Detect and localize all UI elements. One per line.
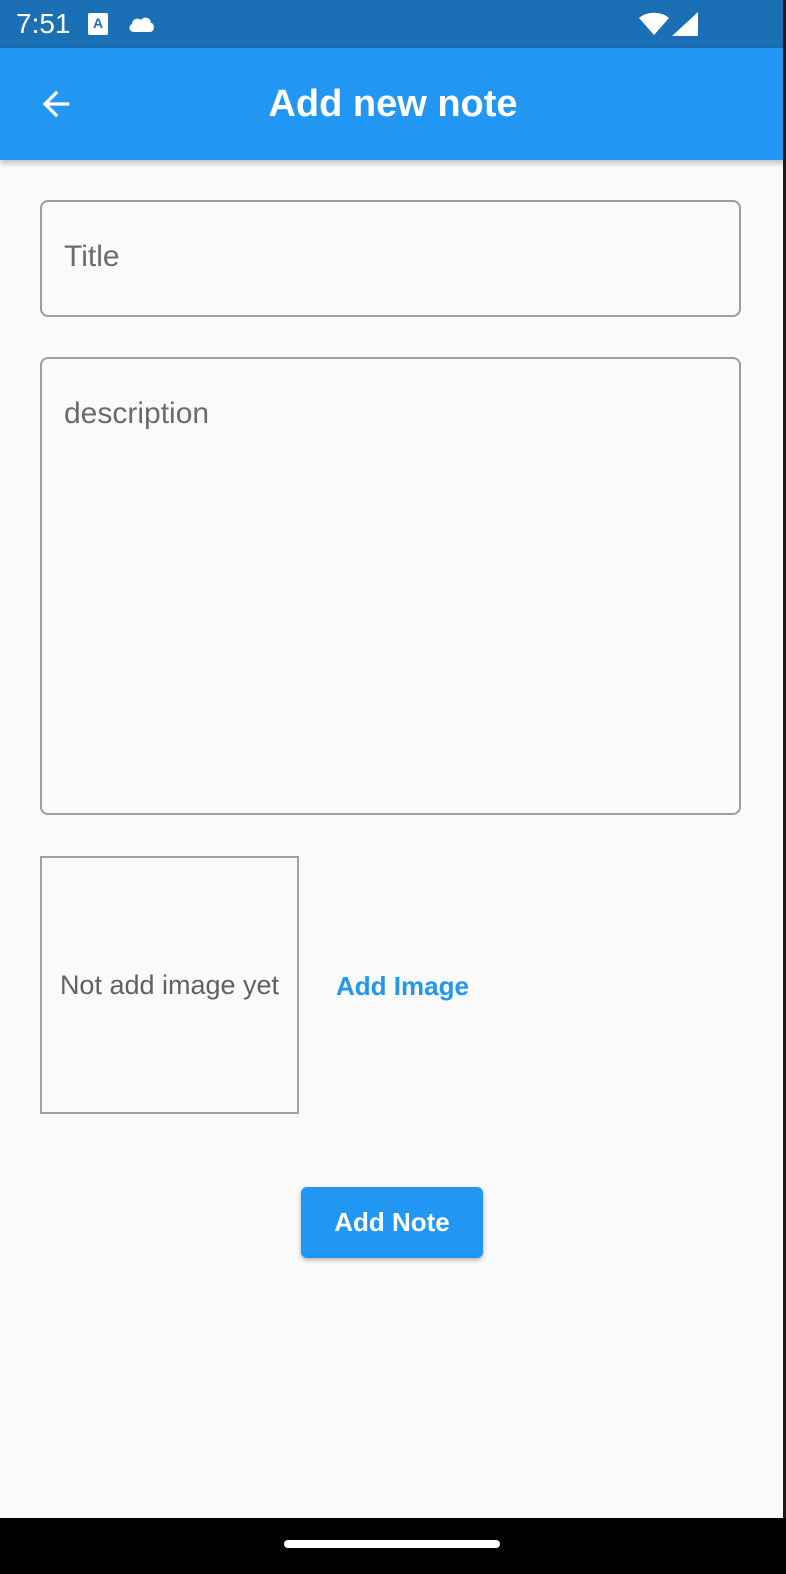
status-time: 7:51 bbox=[16, 8, 71, 39]
home-indicator[interactable] bbox=[284, 1540, 500, 1548]
page-title: Add new note bbox=[268, 83, 518, 125]
image-preview: Not add image yet bbox=[40, 856, 299, 1114]
navigation-bar bbox=[0, 1518, 786, 1574]
image-empty-text: Not add image yet bbox=[59, 969, 280, 1000]
wifi-icon bbox=[639, 12, 669, 35]
add-image-button[interactable]: Add Image bbox=[322, 960, 483, 1012]
cloud-icon bbox=[129, 17, 154, 32]
description-placeholder: description bbox=[64, 397, 210, 430]
description-field[interactable]: description bbox=[40, 357, 741, 815]
app-bar: Add new note bbox=[0, 48, 786, 160]
status-bar: 7:51 A bbox=[0, 0, 786, 48]
a-icon: A bbox=[88, 13, 108, 35]
title-field[interactable]: Title bbox=[40, 200, 741, 317]
title-placeholder: Title bbox=[64, 240, 120, 273]
signal-icon bbox=[672, 12, 698, 36]
screen: 7:51 A Add new note Title description No… bbox=[0, 0, 786, 1574]
add-note-button[interactable]: Add Note bbox=[301, 1187, 483, 1258]
